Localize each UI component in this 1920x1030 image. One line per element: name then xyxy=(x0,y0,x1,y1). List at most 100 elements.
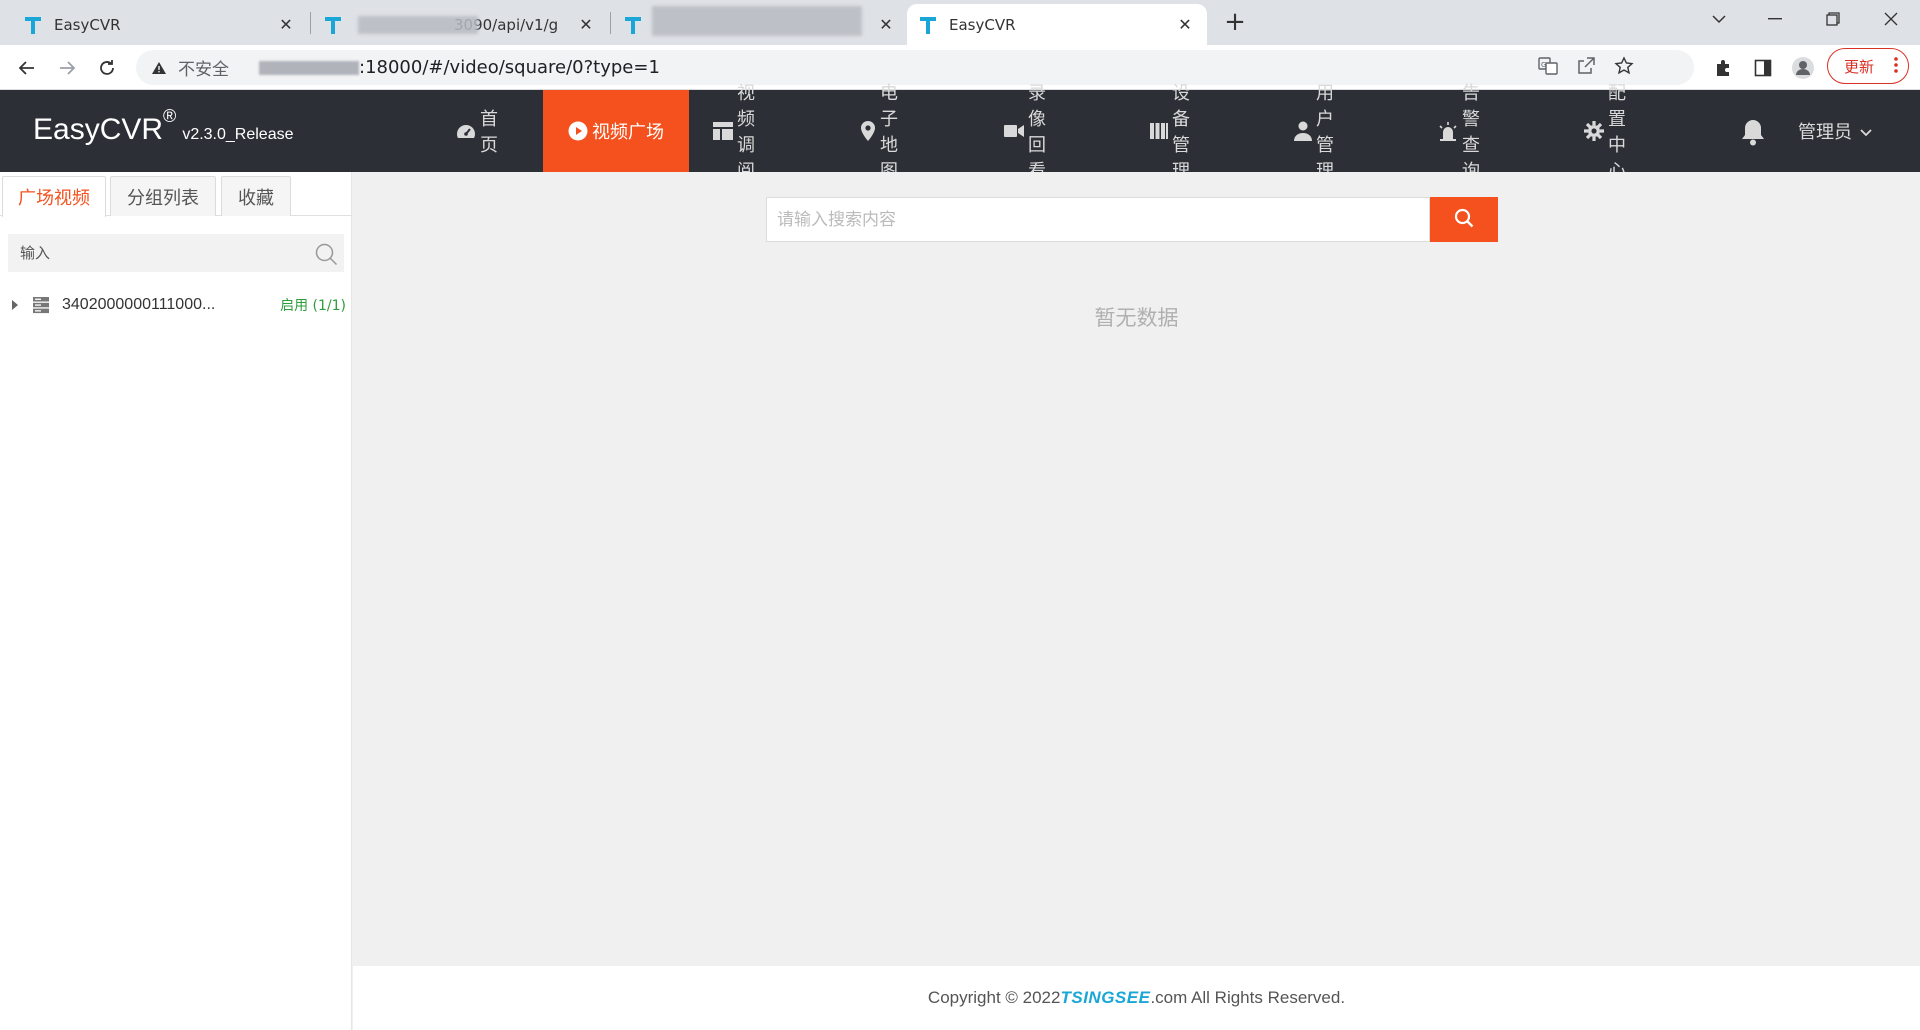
nav-label: 电子地图 xyxy=(880,83,898,182)
warning-triangle-icon[interactable] xyxy=(150,59,168,77)
tree-filter-input[interactable] xyxy=(20,244,310,262)
tree-node-label: 3402000000111000... xyxy=(62,296,216,313)
profile-avatar-icon[interactable] xyxy=(1788,53,1818,83)
nav-label: 配置中心 xyxy=(1608,83,1626,182)
bookmark-star-icon[interactable] xyxy=(1614,55,1634,80)
sidebar-tabs: 广场视频 分组列表 收藏 xyxy=(0,172,352,217)
new-tab-plus-icon[interactable]: + xyxy=(1220,8,1250,38)
svg-text:G: G xyxy=(1541,61,1546,69)
copyright-prefix: Copyright © 2022 xyxy=(927,988,1061,1007)
play-circle-icon xyxy=(568,121,588,141)
browser-tab-1[interactable]: EasyCVR ✕ xyxy=(12,4,308,45)
restore-icon[interactable] xyxy=(1810,4,1856,34)
user-icon xyxy=(1294,121,1312,141)
caret-right-icon[interactable] xyxy=(8,298,22,312)
empty-state: 暂无数据 xyxy=(1094,306,1179,330)
browser-tab-3[interactable]: ✕ xyxy=(612,4,908,45)
easycvr-favicon-icon xyxy=(324,15,342,35)
browser-tab-2[interactable]: 3090/api/v1/g ✕ xyxy=(312,4,608,45)
tab-separator xyxy=(610,12,611,34)
registered-mark: ® xyxy=(163,106,177,126)
side-panel-icon[interactable] xyxy=(1748,53,1778,83)
back-arrow-icon[interactable] xyxy=(12,53,42,83)
nav-label: 视频广场 xyxy=(592,122,664,143)
nav-label: 设备管理 xyxy=(1172,83,1190,182)
nav-item-device-management[interactable]: 设备管理 xyxy=(1150,83,1192,182)
tree-node[interactable]: 3402000000111000... 启用 (1/1) xyxy=(8,290,346,320)
tab-title: EasyCVR xyxy=(54,15,121,34)
nav-item-home[interactable]: 首页 xyxy=(456,90,498,172)
search-button[interactable] xyxy=(1430,197,1498,242)
chevron-down-icon xyxy=(1860,121,1872,142)
browser-toolbar: 不安全 :18000/#/video/square/0?type=1 G xyxy=(0,45,1920,90)
reload-icon[interactable] xyxy=(92,53,122,83)
nav-item-alarm-query[interactable]: 告警查询 xyxy=(1438,83,1480,182)
alarm-icon xyxy=(1438,121,1458,141)
version-label: v2.3.0_Release xyxy=(182,126,294,143)
window-close-icon[interactable] xyxy=(1868,4,1914,34)
nav-item-video-square[interactable]: 视频广场 xyxy=(543,90,689,172)
more-vertical-icon[interactable] xyxy=(1894,57,1898,77)
tab-separator xyxy=(310,12,311,34)
search-icon[interactable] xyxy=(314,242,338,266)
nav-item-playback[interactable]: 录像回看 xyxy=(1004,83,1046,182)
search-icon xyxy=(1454,208,1474,232)
copyright-suffix: .com All Rights Reserved. xyxy=(1150,988,1346,1007)
easycvr-favicon-icon xyxy=(624,15,642,35)
address-bar[interactable]: 不安全 :18000/#/video/square/0?type=1 G xyxy=(136,50,1694,85)
search-input[interactable] xyxy=(767,198,1429,241)
tab-group-list[interactable]: 分组列表 xyxy=(110,176,216,216)
dashboard-icon xyxy=(456,121,476,141)
redacted-text xyxy=(652,6,862,36)
nav-label: 录像回看 xyxy=(1028,83,1046,182)
tab-square-video[interactable]: 广场视频 xyxy=(2,176,106,217)
close-icon[interactable]: ✕ xyxy=(276,15,296,35)
minimize-icon[interactable] xyxy=(1752,4,1798,34)
close-icon[interactable]: ✕ xyxy=(876,15,896,35)
sidebar: 广场视频 分组列表 收藏 3402000000111000... 启用 (1/1… xyxy=(0,172,352,1030)
tab-search-chevron-icon[interactable] xyxy=(1696,4,1742,34)
browser-update-button[interactable]: 更新 xyxy=(1827,48,1909,84)
notification-bell-icon[interactable] xyxy=(1740,118,1766,146)
user-menu[interactable]: 管理员 xyxy=(1798,118,1872,144)
brand-name: EasyCVR xyxy=(33,113,164,146)
user-name: 管理员 xyxy=(1798,122,1852,143)
close-icon[interactable]: ✕ xyxy=(1175,15,1195,35)
insecure-label[interactable]: 不安全 xyxy=(178,55,229,80)
tab-title: EasyCVR xyxy=(949,15,1016,34)
nav-item-user-management[interactable]: 用户管理 xyxy=(1294,83,1336,182)
easycvr-favicon-icon xyxy=(919,15,937,35)
nav-label: 告警查询 xyxy=(1462,83,1480,182)
layout-icon xyxy=(713,121,733,141)
close-icon[interactable]: ✕ xyxy=(576,15,596,35)
nav-label: 用户管理 xyxy=(1316,83,1334,182)
forward-arrow-icon[interactable] xyxy=(52,53,82,83)
map-pin-icon xyxy=(860,121,876,141)
device-icon xyxy=(1150,121,1168,141)
url-text[interactable]: :18000/#/video/square/0?type=1 xyxy=(359,57,660,78)
nav-item-video-review[interactable]: 视频调阅 xyxy=(713,83,755,182)
video-camera-icon xyxy=(1004,121,1024,141)
nav-label: 视频调阅 xyxy=(737,83,755,182)
nav-label: 首页 xyxy=(480,109,498,156)
easycvr-favicon-icon xyxy=(24,15,42,35)
tsingsee-logo[interactable]: TSINGSEE xyxy=(1060,988,1150,1008)
extensions-puzzle-icon[interactable] xyxy=(1708,53,1738,83)
status-badge: 启用 (1/1) xyxy=(280,298,346,314)
share-icon[interactable] xyxy=(1576,56,1596,80)
app-header: EasyCVR® v2.3.0_Release 首页 视频广场 视频调阅 电子地图 xyxy=(0,83,1920,182)
update-label: 更新 xyxy=(1844,57,1875,76)
video-search xyxy=(766,197,1430,242)
main-content: 暂无数据 xyxy=(353,172,1920,966)
gear-icon xyxy=(1584,121,1604,141)
nav-item-config-center[interactable]: 配置中心 xyxy=(1584,83,1626,182)
tab-favorites[interactable]: 收藏 xyxy=(221,176,291,216)
redacted-host xyxy=(259,60,359,75)
browser-tab-bar: EasyCVR ✕ 3090/api/v1/g ✕ ✕ EasyCVR ✕ + xyxy=(0,0,1920,45)
browser-tab-4-active[interactable]: EasyCVR ✕ xyxy=(907,4,1207,45)
footer: Copyright © 2022 TSINGSEE .com All Right… xyxy=(353,966,1920,1030)
redacted-text xyxy=(358,16,478,34)
nav-item-emap[interactable]: 电子地图 xyxy=(860,83,902,182)
translate-icon[interactable]: G xyxy=(1538,56,1558,80)
brand-logo[interactable]: EasyCVR® v2.3.0_Release xyxy=(33,106,294,147)
